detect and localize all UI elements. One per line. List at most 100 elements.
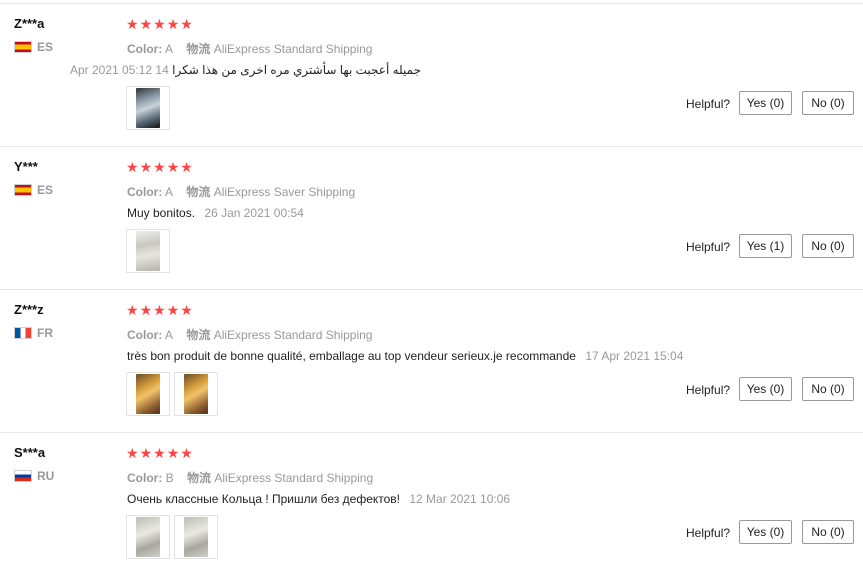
reviewer-country: ES bbox=[14, 40, 53, 54]
reviewer-name: Z***z bbox=[14, 302, 44, 317]
helpful-no-button[interactable]: No (0) bbox=[802, 234, 854, 258]
helpful-yes-button[interactable]: Yes (1) bbox=[739, 234, 792, 258]
shipping-value: AliExpress Saver Shipping bbox=[213, 185, 356, 199]
country-code: ES bbox=[37, 40, 54, 54]
star-icon: ★ bbox=[153, 302, 166, 318]
star-icon: ★ bbox=[180, 159, 193, 175]
order-info: Color: A 物流 AliExpress Standard Shipping bbox=[127, 40, 372, 57]
photo-image bbox=[136, 231, 160, 271]
star-icon: ★ bbox=[126, 159, 139, 175]
star-icon: ★ bbox=[166, 159, 180, 175]
review-photos bbox=[126, 515, 218, 559]
star-rating: ★ ★ ★ ★ ★ bbox=[126, 303, 193, 317]
order-info: Color: A 物流 AliExpress Standard Shipping bbox=[127, 326, 372, 343]
review-photo-thumbnail[interactable] bbox=[126, 86, 170, 130]
star-icon: ★ bbox=[139, 159, 153, 175]
color-label: Color: bbox=[127, 42, 163, 56]
star-icon: ★ bbox=[139, 302, 153, 318]
review-item: S***a RU ★ ★ ★ ★ ★ Color: B 物流 AliExpress St… bbox=[0, 433, 863, 576]
review-item: Y*** ES ★ ★ ★ ★ ★ Color: A 物流 AliExpress Sav… bbox=[0, 147, 863, 290]
star-icon: ★ bbox=[153, 445, 166, 461]
helpful-label: Helpful? bbox=[686, 383, 731, 397]
photo-image bbox=[136, 517, 160, 557]
helpful-no-button[interactable]: No (0) bbox=[802, 520, 854, 544]
color-label: Color: bbox=[127, 471, 163, 485]
country-code: RU bbox=[37, 469, 55, 483]
photo-image bbox=[136, 88, 160, 128]
star-icon: ★ bbox=[126, 302, 139, 318]
helpful-yes-button[interactable]: Yes (0) bbox=[739, 520, 792, 544]
review-photo-thumbnail[interactable] bbox=[126, 372, 170, 416]
reviewer-name: Y*** bbox=[14, 159, 38, 174]
star-icon: ★ bbox=[166, 16, 180, 32]
helpful-no-button[interactable]: No (0) bbox=[802, 91, 854, 115]
review-date: 26 Jan 2021 00:54 bbox=[204, 206, 304, 220]
color-value: A bbox=[165, 185, 174, 199]
review-photos bbox=[126, 372, 218, 416]
review-item: Z***z FR ★ ★ ★ ★ ★ Color: A 物流 AliExpress St… bbox=[0, 290, 863, 433]
shipping-label: 物流 bbox=[186, 42, 211, 56]
review-text: Muy bonitos. bbox=[127, 206, 196, 220]
review-photo-thumbnail[interactable] bbox=[126, 515, 170, 559]
star-rating: ★ ★ ★ ★ ★ bbox=[126, 446, 193, 460]
shipping-label: 物流 bbox=[187, 471, 212, 485]
star-icon: ★ bbox=[139, 445, 153, 461]
star-icon: ★ bbox=[126, 445, 139, 461]
star-icon: ★ bbox=[166, 302, 180, 318]
order-info: Color: A 物流 AliExpress Saver Shipping bbox=[127, 183, 355, 200]
review-date: 12 Mar 2021 10:06 bbox=[409, 492, 511, 506]
russia-flag-icon bbox=[14, 470, 32, 482]
star-icon: ★ bbox=[126, 16, 139, 32]
helpful-yes-button[interactable]: Yes (0) bbox=[739, 377, 792, 401]
color-value: A bbox=[165, 42, 174, 56]
review-photo-thumbnail[interactable] bbox=[174, 515, 218, 559]
review-text: très bon produit de bonne qualité, embal… bbox=[127, 349, 576, 363]
review-content: très bon produit de bonne qualité, embal… bbox=[127, 349, 683, 363]
reviewer-country: ES bbox=[14, 183, 53, 197]
spain-flag-icon bbox=[14, 184, 32, 196]
review-photo-thumbnail[interactable] bbox=[126, 229, 170, 273]
star-icon: ★ bbox=[180, 445, 193, 461]
france-flag-icon bbox=[14, 327, 32, 339]
photo-image bbox=[184, 517, 208, 557]
color-label: Color: bbox=[127, 185, 163, 199]
helpful-label: Helpful? bbox=[686, 97, 731, 111]
color-value: B bbox=[165, 471, 174, 485]
star-icon: ★ bbox=[153, 159, 166, 175]
helpful-yes-button[interactable]: Yes (0) bbox=[739, 91, 792, 115]
photo-image bbox=[136, 374, 160, 414]
star-icon: ★ bbox=[180, 302, 193, 318]
shipping-value: AliExpress Standard Shipping bbox=[213, 42, 373, 56]
photo-image bbox=[184, 374, 208, 414]
shipping-label: 物流 bbox=[186, 185, 211, 199]
order-info: Color: B 物流 AliExpress Standard Shipping bbox=[127, 469, 373, 486]
star-icon: ★ bbox=[139, 16, 153, 32]
review-content: Muy bonitos. 26 Jan 2021 00:54 bbox=[127, 206, 304, 220]
review-photos bbox=[126, 86, 170, 130]
review-content: Очень классные Кольца ! Пришли без дефек… bbox=[127, 492, 510, 506]
review-date: 14 Apr 2021 05:12 bbox=[69, 63, 169, 77]
reviewer-name: S***a bbox=[14, 445, 46, 460]
review-item: Z***a ES ★ ★ ★ ★ ★ Color: A 物流 AliExpress St… bbox=[0, 4, 863, 147]
review-content: جميله أعجبت بها سأشتري مره اخرى من هذا ش… bbox=[70, 63, 421, 77]
color-value: A bbox=[165, 328, 174, 342]
review-date: 17 Apr 2021 15:04 bbox=[585, 349, 684, 363]
star-icon: ★ bbox=[166, 445, 180, 461]
star-icon: ★ bbox=[153, 16, 166, 32]
color-label: Color: bbox=[127, 328, 163, 342]
helpful-label: Helpful? bbox=[686, 240, 731, 254]
star-rating: ★ ★ ★ ★ ★ bbox=[126, 17, 193, 31]
star-icon: ★ bbox=[180, 16, 193, 32]
review-photo-thumbnail[interactable] bbox=[174, 372, 218, 416]
reviewer-country: FR bbox=[14, 326, 53, 340]
country-code: ES bbox=[37, 183, 54, 197]
helpful-label: Helpful? bbox=[686, 526, 731, 540]
shipping-value: AliExpress Standard Shipping bbox=[213, 328, 373, 342]
review-text: Очень классные Кольца ! Пришли без дефек… bbox=[127, 492, 400, 506]
reviewer-country: RU bbox=[14, 469, 54, 483]
helpful-no-button[interactable]: No (0) bbox=[802, 377, 854, 401]
reviewer-name: Z***a bbox=[14, 16, 45, 31]
shipping-value: AliExpress Standard Shipping bbox=[214, 471, 374, 485]
spain-flag-icon bbox=[14, 41, 32, 53]
review-photos bbox=[126, 229, 170, 273]
